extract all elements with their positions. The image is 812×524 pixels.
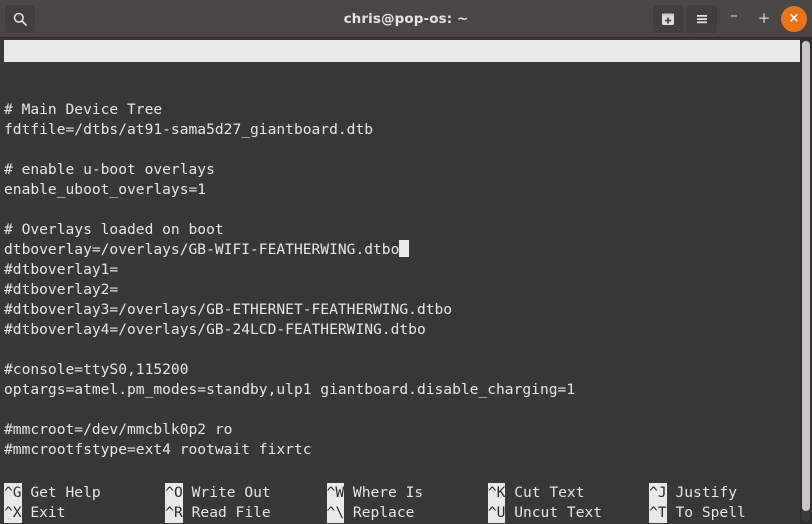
editor-line: # enable u-boot overlays [4, 160, 797, 180]
editor-line: # Overlays loaded on boot [4, 220, 797, 240]
shortcut-label: To Spell [666, 504, 746, 521]
editor-line [4, 200, 797, 220]
shortcut-item[interactable]: ^J Justify [649, 483, 737, 503]
shortcut-item[interactable]: ^O Write Out [165, 483, 271, 503]
editor-line [4, 400, 797, 420]
scrollbar-thumb[interactable] [802, 41, 810, 511]
shortcut-label: Read File [182, 504, 271, 521]
shortcut-label: Justify [666, 484, 737, 501]
editor-line [4, 140, 797, 160]
editor-line [4, 340, 797, 360]
editor-line-text: optargs=atmel.pm_modes=standby,ulp1 gian… [4, 381, 576, 398]
editor-line-text: # Main Device Tree [4, 101, 163, 118]
editor-line-text [4, 341, 13, 358]
shortcut-key: ^U [487, 503, 506, 523]
editor-line-text [4, 81, 13, 98]
editor-line: #dtboverlay2= [4, 280, 797, 300]
editor-line-text: # enable u-boot overlays [4, 161, 215, 178]
hamburger-menu-icon[interactable] [687, 4, 717, 33]
editor-line: enable_uboot_overlays=1 [4, 180, 797, 200]
nano-text-buffer[interactable]: # Main Device Tree fdtfile=/dtbs/at91-sam… [0, 62, 797, 480]
shortcut-item[interactable]: ^R Read File [165, 503, 271, 523]
shortcut-item[interactable]: ^G Get Help [4, 483, 101, 503]
shortcut-item[interactable]: ^W Where Is [326, 483, 424, 503]
titlebar-left-controls [5, 4, 35, 33]
editor-line-text: #mmcroot=/dev/mmcblk0p2 ro [4, 421, 233, 438]
titlebar-right-controls: – + × [653, 4, 807, 33]
editor-line-text [4, 141, 13, 158]
shortcut-key: ^X [4, 503, 22, 523]
editor-line-text: #dtboverlay2= [4, 281, 119, 298]
shortcut-label: Exit [21, 504, 66, 521]
shortcut-item[interactable]: ^K Cut Text [487, 483, 585, 503]
editor-line-text: #console=ttyS0,115200 [4, 361, 189, 378]
close-button[interactable]: × [781, 5, 807, 32]
vertical-scrollbar[interactable] [800, 38, 812, 524]
window-titlebar: chris@pop-os: ~ – + × [0, 0, 812, 38]
editor-line: optargs=atmel.pm_modes=standby,ulp1 gian… [4, 380, 797, 400]
nano-shortcut-bar: ^G Get Help ^O Write Out ^W Where Is ^K Cut… [4, 483, 812, 524]
editor-line: #dtboverlay3=/overlays/GB-ETHERNET-FEATH… [4, 300, 797, 320]
editor-line-text: dtboverlay=/overlays/GB-WIFI-FEATHERWING… [4, 241, 400, 258]
shortcut-key: ^T [649, 503, 667, 523]
shortcut-key: ^\ [326, 503, 345, 523]
shortcut-key: ^R [165, 503, 183, 523]
shortcut-label: Uncut Text [505, 504, 603, 521]
editor-line-text: fdtfile=/dtbs/at91-sama5d27_giantboard.d… [4, 121, 374, 138]
shortcut-row-2: ^X Exit ^R Read File ^\ Replace ^U Uncut Te… [4, 503, 812, 523]
editor-line: #mmcrootfstype=ext4 rootwait fixrtc [4, 440, 797, 460]
shortcut-label: Cut Text [505, 484, 585, 501]
editor-line: dtboverlay=/overlays/GB-WIFI-FEATHERWING… [4, 240, 797, 260]
shortcut-item[interactable]: ^X Exit [4, 503, 66, 523]
editor-line-text [4, 201, 13, 218]
editor-line-text: #dtboverlay3=/overlays/GB-ETHERNET-FEATH… [4, 301, 453, 318]
shortcut-key: ^G [4, 483, 22, 503]
shortcut-key: ^K [487, 483, 506, 503]
editor-line: #mmcroot=/dev/mmcblk0p2 ro [4, 420, 797, 440]
terminal-window: chris@pop-os: ~ – + × # Main Device Tree… [0, 0, 812, 524]
editor-line: #console=ttyS0,115200 [4, 360, 797, 380]
shortcut-label: Replace [344, 504, 415, 521]
nano-header-bar: GNU nano 2.7.4File: /boot/uboot/uEnv.txt… [4, 40, 801, 62]
minimize-button[interactable]: – [721, 6, 747, 32]
shortcut-key: ^O [165, 483, 183, 503]
text-cursor [399, 240, 410, 257]
editor-line-text [4, 401, 13, 418]
maximize-button[interactable]: + [751, 6, 777, 32]
shortcut-item[interactable]: ^U Uncut Text [487, 503, 603, 523]
editor-line-text: #dtboverlay1= [4, 261, 119, 278]
shortcut-item[interactable]: ^\ Replace [326, 503, 415, 523]
new-terminal-icon[interactable] [653, 4, 683, 33]
shortcut-label: Get Help [21, 484, 101, 501]
editor-line-text: # Overlays loaded on boot [4, 221, 224, 238]
editor-line: #dtboverlay4=/overlays/GB-24LCD-FEATHERW… [4, 320, 797, 340]
editor-line: # Main Device Tree [4, 100, 797, 120]
editor-line-text: #dtboverlay4=/overlays/GB-24LCD-FEATHERW… [4, 321, 426, 338]
search-icon[interactable] [5, 4, 35, 33]
editor-line-text: enable_uboot_overlays=1 [4, 181, 207, 198]
editor-line-text: #mmcrootfstype=ext4 rootwait fixrtc [4, 441, 312, 458]
editor-line: fdtfile=/dtbs/at91-sama5d27_giantboard.d… [4, 120, 797, 140]
shortcut-key: ^J [649, 483, 667, 503]
editor-line: #dtboverlay1= [4, 260, 797, 280]
shortcut-row-1: ^G Get Help ^O Write Out ^W Where Is ^K Cut… [4, 483, 812, 503]
shortcut-label: Where Is [344, 484, 424, 501]
shortcut-label: Write Out [182, 484, 271, 501]
shortcut-item[interactable]: ^T To Spell [649, 503, 746, 523]
editor-line [4, 80, 797, 100]
shortcut-key: ^W [326, 483, 345, 503]
